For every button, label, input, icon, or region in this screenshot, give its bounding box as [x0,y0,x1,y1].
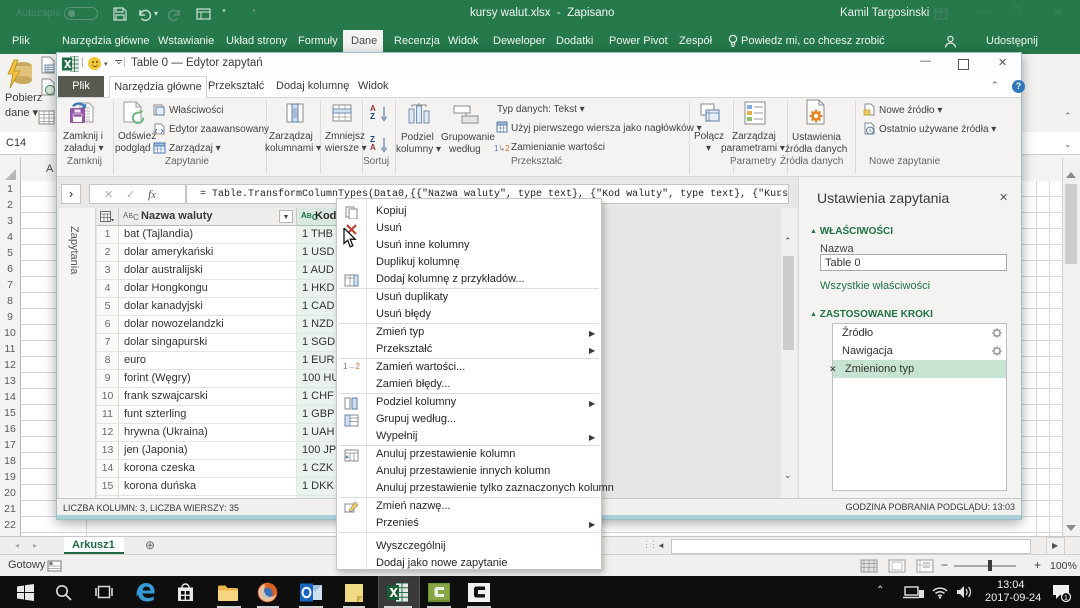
svg-text:1: 1 [1064,595,1068,602]
